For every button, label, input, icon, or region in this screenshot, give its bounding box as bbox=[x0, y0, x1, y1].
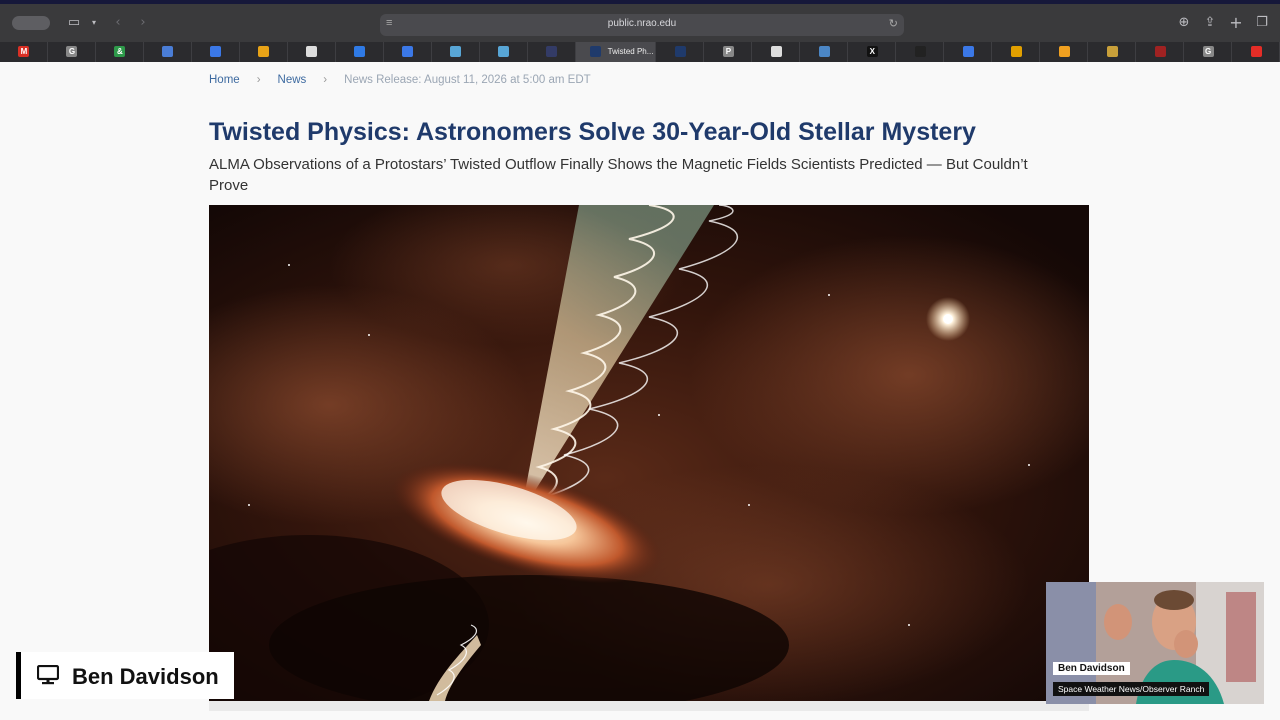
browser-tab-active[interactable]: Twisted Ph... bbox=[575, 42, 657, 62]
nrao-icon bbox=[674, 46, 686, 57]
breadcrumb: Home › News › News Release: August 11, 2… bbox=[209, 74, 591, 86]
browser-tab[interactable]: & bbox=[96, 42, 144, 62]
browser-tab[interactable]: X bbox=[848, 42, 897, 62]
tab-bar: M G & Twisted Ph... P X G bbox=[0, 42, 1280, 62]
breadcrumb-current: News Release: August 11, 2026 at 5:00 am… bbox=[344, 74, 591, 86]
share-icon[interactable]: ⇪ bbox=[1202, 15, 1218, 31]
space-icon bbox=[1154, 46, 1166, 57]
chevron-down-icon[interactable]: ▾ bbox=[86, 15, 102, 31]
webcam-subtitle-label: Space Weather News/Observer Ranch bbox=[1053, 682, 1210, 696]
browser-tab[interactable] bbox=[896, 42, 945, 62]
ampersand-icon: & bbox=[114, 46, 126, 57]
browser-tab[interactable]: M bbox=[0, 42, 48, 62]
nasa-icon bbox=[450, 46, 462, 57]
breadcrumb-home-link[interactable]: Home bbox=[209, 74, 240, 86]
sidebar-icon[interactable]: ▭ bbox=[66, 15, 82, 31]
screen-frame: ▭ ▾ ‹ › ≡ public.nrao.edu ↻ ⊕ ⇪ + ❐ M G & T… bbox=[0, 0, 1280, 720]
browser-tab[interactable] bbox=[1232, 42, 1280, 62]
browser-tab[interactable] bbox=[384, 42, 432, 62]
browser-tab[interactable]: G bbox=[48, 42, 96, 62]
hero-illustration bbox=[209, 205, 1089, 701]
google-icon: G bbox=[66, 46, 78, 57]
browser-tab[interactable] bbox=[1088, 42, 1137, 62]
nasa-icon bbox=[498, 46, 510, 57]
browser-tab[interactable]: G bbox=[1184, 42, 1233, 62]
tab-overview-icon[interactable]: ❐ bbox=[1254, 15, 1270, 31]
browser-tab[interactable] bbox=[944, 42, 993, 62]
browser-tab[interactable] bbox=[192, 42, 240, 62]
article-title: Twisted Physics: Astronomers Solve 30-Ye… bbox=[209, 118, 976, 146]
file-icon bbox=[306, 46, 318, 57]
download-icon[interactable]: ⊕ bbox=[1176, 15, 1192, 31]
browser-tab[interactable] bbox=[432, 42, 480, 62]
docs-icon bbox=[402, 46, 414, 57]
gmail-icon: M bbox=[18, 46, 30, 57]
window-controls[interactable] bbox=[12, 16, 50, 30]
presenter-name: Ben Davidson bbox=[72, 664, 219, 689]
reload-icon[interactable]: ↻ bbox=[889, 17, 898, 30]
browser-tab[interactable] bbox=[992, 42, 1041, 62]
sun-icon bbox=[1010, 46, 1022, 57]
chart-icon bbox=[258, 46, 270, 57]
google-icon: G bbox=[1202, 46, 1214, 57]
breadcrumb-news-link[interactable]: News bbox=[278, 74, 307, 86]
planet-icon bbox=[546, 46, 558, 57]
p-icon: P bbox=[722, 46, 734, 57]
breadcrumb-separator: › bbox=[256, 74, 261, 86]
browser-tab[interactable] bbox=[752, 42, 801, 62]
browser-tab[interactable] bbox=[240, 42, 288, 62]
presenter-name-card: Ben Davidson bbox=[16, 652, 234, 699]
browser-tab[interactable] bbox=[144, 42, 192, 62]
article-subtitle: ALMA Observations of a Protostars’ Twist… bbox=[209, 156, 1028, 194]
globe-icon bbox=[354, 46, 366, 57]
breadcrumb-separator: › bbox=[323, 74, 328, 86]
browser-tab[interactable] bbox=[1136, 42, 1185, 62]
active-tab-title: Twisted Ph... bbox=[607, 47, 654, 56]
browser-tab[interactable] bbox=[528, 42, 576, 62]
news-icon bbox=[770, 46, 782, 57]
address-bar[interactable]: ≡ public.nrao.edu ↻ bbox=[380, 14, 904, 36]
browser-tab[interactable] bbox=[656, 42, 705, 62]
browser-toolbar: ▭ ▾ ‹ › ≡ public.nrao.edu ↻ ⊕ ⇪ + ❐ bbox=[0, 4, 1280, 42]
youtube-icon bbox=[1250, 46, 1262, 57]
url-text: public.nrao.edu bbox=[607, 18, 677, 29]
circle-icon bbox=[914, 46, 926, 57]
weather-icon bbox=[818, 46, 830, 57]
browser-tab[interactable] bbox=[480, 42, 528, 62]
browser-tab[interactable] bbox=[800, 42, 849, 62]
forward-icon[interactable]: › bbox=[135, 15, 151, 31]
monitor-icon bbox=[37, 665, 59, 685]
nrao-icon bbox=[589, 46, 601, 57]
docs-icon bbox=[962, 46, 974, 57]
browser-tab[interactable]: P bbox=[704, 42, 753, 62]
browser-tab[interactable] bbox=[336, 42, 384, 62]
page-footer-strip bbox=[209, 701, 1089, 711]
sun-icon bbox=[1058, 46, 1070, 57]
new-tab-icon[interactable]: + bbox=[1228, 15, 1244, 31]
x-icon: X bbox=[866, 46, 878, 57]
face-icon bbox=[1106, 46, 1118, 57]
browser-tab[interactable] bbox=[288, 42, 336, 62]
webcam-overlay: Ben Davidson Space Weather News/Observer… bbox=[1046, 582, 1264, 704]
protostar-artwork bbox=[209, 205, 1089, 701]
docs-icon bbox=[210, 46, 222, 57]
browser-tab[interactable] bbox=[1040, 42, 1089, 62]
webcam-name-label: Ben Davidson bbox=[1053, 662, 1130, 675]
back-icon[interactable]: ‹ bbox=[110, 15, 126, 31]
app-icon bbox=[162, 46, 174, 57]
